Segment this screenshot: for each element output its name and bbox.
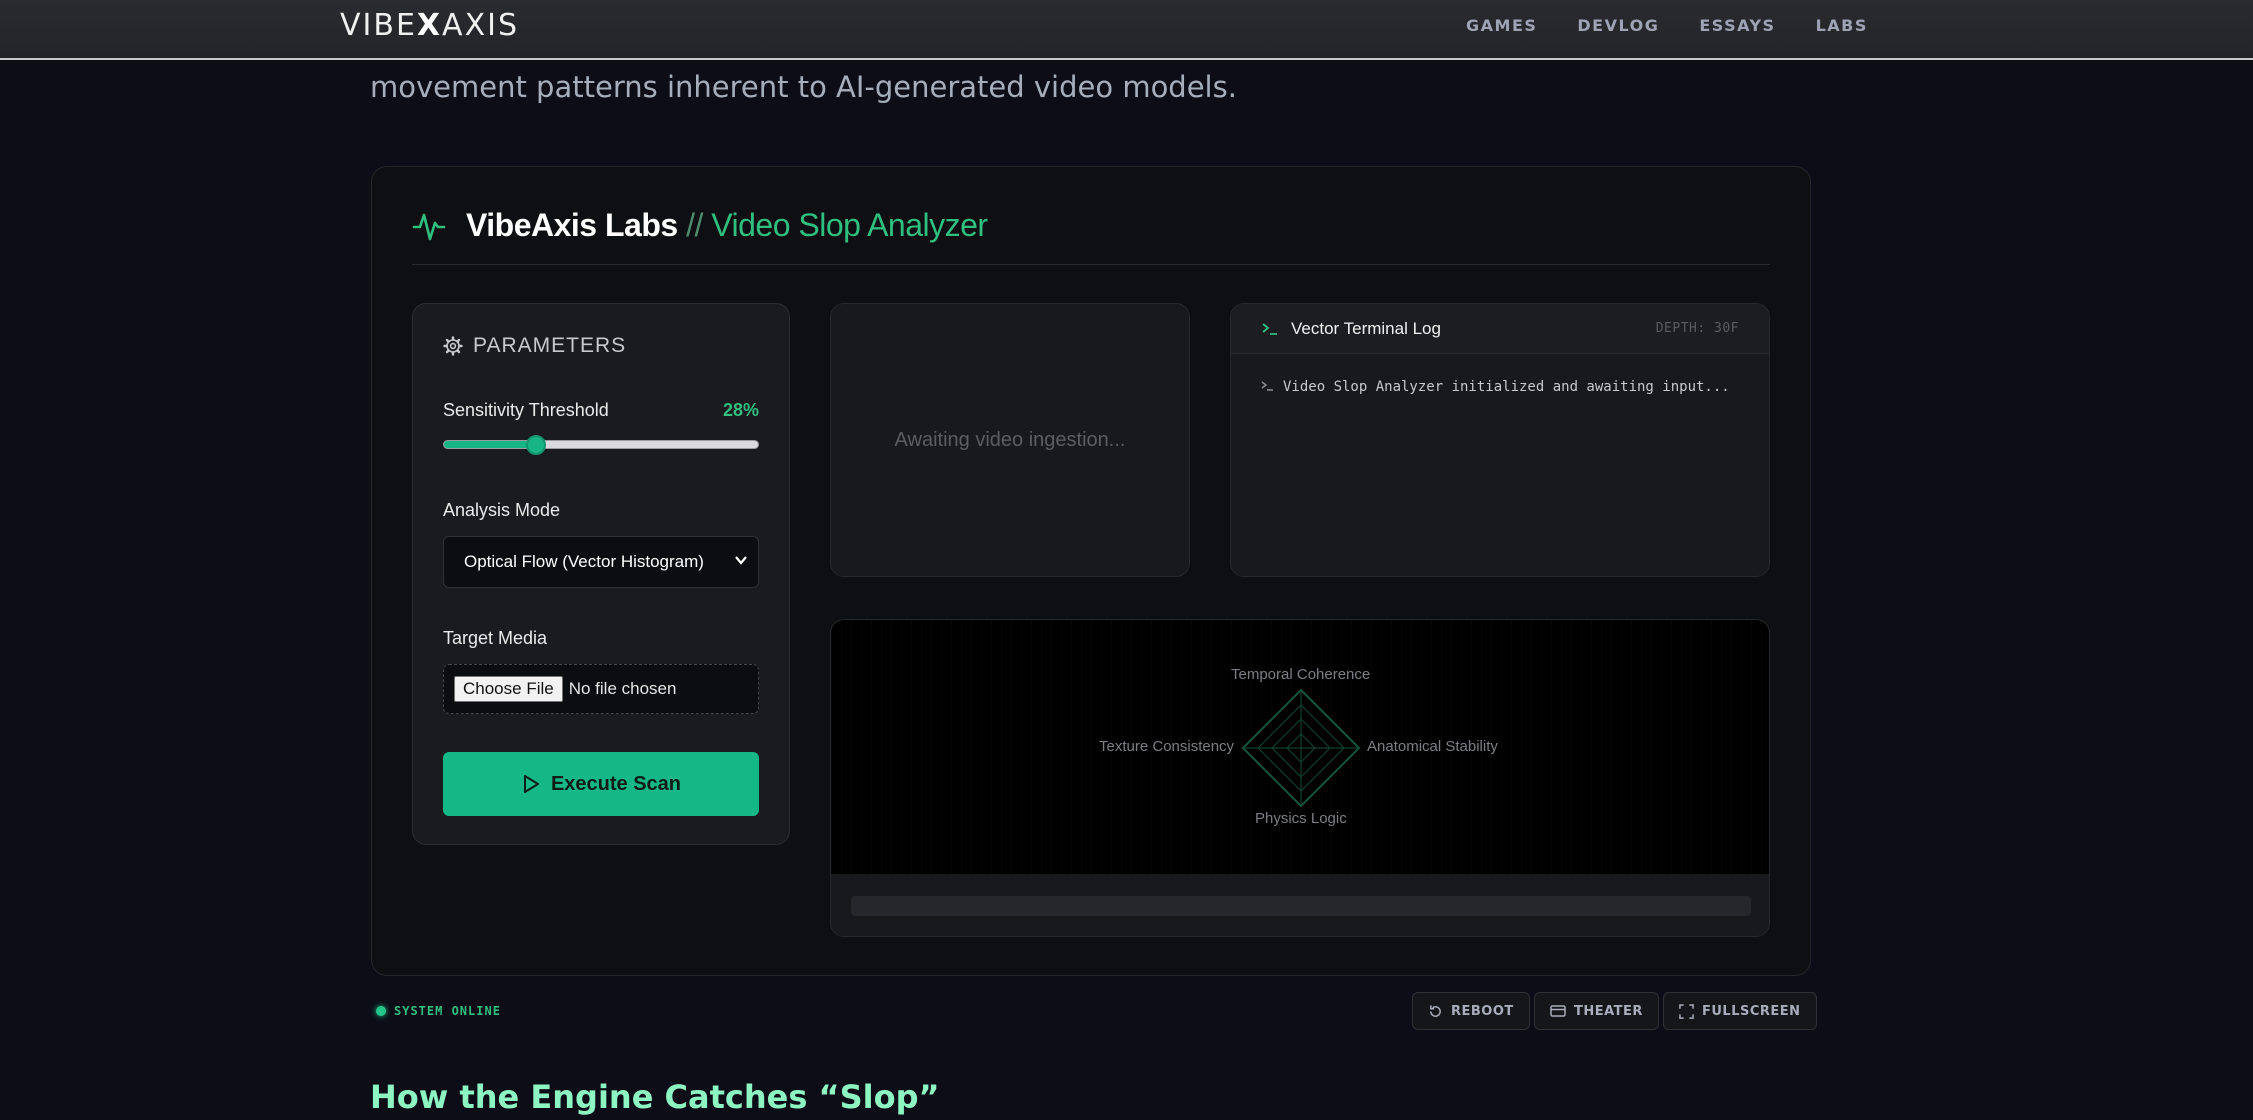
video-placeholder: Awaiting video ingestion...: [894, 428, 1126, 451]
card-title-brand: VibeAxis Labs: [466, 207, 678, 243]
status-text: SYSTEM ONLINE: [394, 1004, 501, 1018]
terminal-log-line: Video Slop Analyzer initialized and awai…: [1261, 376, 1731, 398]
terminal-icon: [1262, 322, 1277, 335]
theater-button[interactable]: THEATER: [1534, 992, 1659, 1030]
fullscreen-icon: [1679, 1003, 1694, 1019]
radar-label-top: Temporal Coherence: [1231, 666, 1371, 683]
slider-fill: [444, 441, 537, 448]
play-icon: [523, 775, 539, 793]
choose-file-button[interactable]: Choose File: [454, 676, 563, 702]
file-status: No file chosen: [568, 679, 677, 698]
radar-grid: [1241, 688, 1361, 808]
radar-panel: Temporal Coherence Anatomical Stability …: [830, 619, 1770, 937]
radar-label-left: Texture Consistency: [1099, 738, 1235, 755]
reboot-icon: [1430, 1004, 1441, 1017]
logo-text-right: AXIS: [442, 8, 520, 43]
status-dot: [376, 1006, 386, 1016]
analysis-mode-select[interactable]: Optical Flow (Vector Histogram): [443, 536, 759, 588]
section-title: How the Engine Catches “Slop”: [370, 1078, 940, 1116]
fullscreen-label: FULLSCREEN: [1702, 1003, 1801, 1019]
radar-label-right: Anatomical Stability: [1367, 738, 1498, 755]
execute-scan-label: Execute Scan: [550, 772, 682, 795]
terminal-header: Vector Terminal Log DEPTH: 30F: [1231, 304, 1769, 354]
nav-link-games[interactable]: GAMES: [1466, 16, 1537, 35]
analysis-mode-value: Optical Flow (Vector Histogram): [464, 552, 704, 571]
fullscreen-button[interactable]: FULLSCREEN: [1663, 992, 1817, 1030]
sensitivity-slider[interactable]: [443, 435, 759, 455]
pulse-icon: [412, 213, 446, 241]
execute-scan-button[interactable]: Execute Scan: [443, 752, 759, 816]
reboot-label: REBOOT: [1451, 1003, 1514, 1019]
intro-paragraph: movement patterns inherent to AI-generat…: [370, 70, 1237, 104]
card-title: VibeAxis Labs // Video Slop Analyzer: [466, 207, 988, 244]
chevron-down-icon: [735, 556, 747, 565]
sensitivity-label: Sensitivity Threshold: [443, 400, 609, 420]
gear-icon: [443, 336, 463, 356]
slider-thumb[interactable]: [526, 435, 547, 455]
target-media-label: Target Media: [443, 628, 548, 648]
file-input[interactable]: Choose File No file chosen: [443, 664, 759, 714]
logo-text-left: VIBE: [340, 8, 417, 43]
theater-icon: [1550, 1005, 1566, 1017]
card-title-name: Video Slop Analyzer: [711, 207, 988, 243]
card-header: VibeAxis Labs // Video Slop Analyzer: [412, 207, 1770, 265]
terminal-panel: Vector Terminal Log DEPTH: 30F Video Slo…: [1230, 303, 1770, 577]
parameters-heading-text: PARAMETERS: [473, 334, 627, 357]
nav-link-essays[interactable]: ESSAYS: [1699, 16, 1775, 35]
reboot-button[interactable]: REBOOT: [1412, 992, 1530, 1030]
theater-label: THEATER: [1574, 1003, 1643, 1019]
top-nav: VIBEXAXIS GAMES DEVLOG ESSAYS LABS: [0, 0, 2253, 60]
radar-label-bottom: Physics Logic: [1255, 810, 1347, 827]
nav-link-labs[interactable]: LABS: [1816, 16, 1868, 35]
terminal-title: Vector Terminal Log: [1291, 318, 1441, 338]
analysis-mode-label: Analysis Mode: [443, 500, 561, 520]
video-preview: Awaiting video ingestion...: [830, 303, 1190, 577]
analyzer-card: VibeAxis Labs // Video Slop Analyzer PAR…: [371, 166, 1811, 976]
sensitivity-value: 28%: [722, 400, 759, 420]
prompt-icon: [1261, 381, 1273, 391]
card-title-separator: //: [686, 207, 703, 243]
radar-chart: Temporal Coherence Anatomical Stability …: [831, 620, 1769, 874]
terminal-depth: DEPTH: 30F: [1655, 321, 1739, 336]
parameters-heading: PARAMETERS: [443, 334, 626, 358]
parameters-panel: PARAMETERS Sensitivity Threshold 28% Ana…: [412, 303, 790, 845]
logo-x: X: [416, 8, 443, 43]
terminal-log-text: Video Slop Analyzer initialized and awai…: [1283, 379, 1730, 395]
scan-progress-bar: [851, 896, 1751, 916]
site-logo[interactable]: VIBEXAXIS: [340, 8, 519, 43]
system-status: SYSTEM ONLINE: [376, 1004, 501, 1018]
nav-links: GAMES DEVLOG ESSAYS LABS: [1466, 16, 1868, 35]
nav-link-devlog[interactable]: DEVLOG: [1577, 16, 1659, 35]
